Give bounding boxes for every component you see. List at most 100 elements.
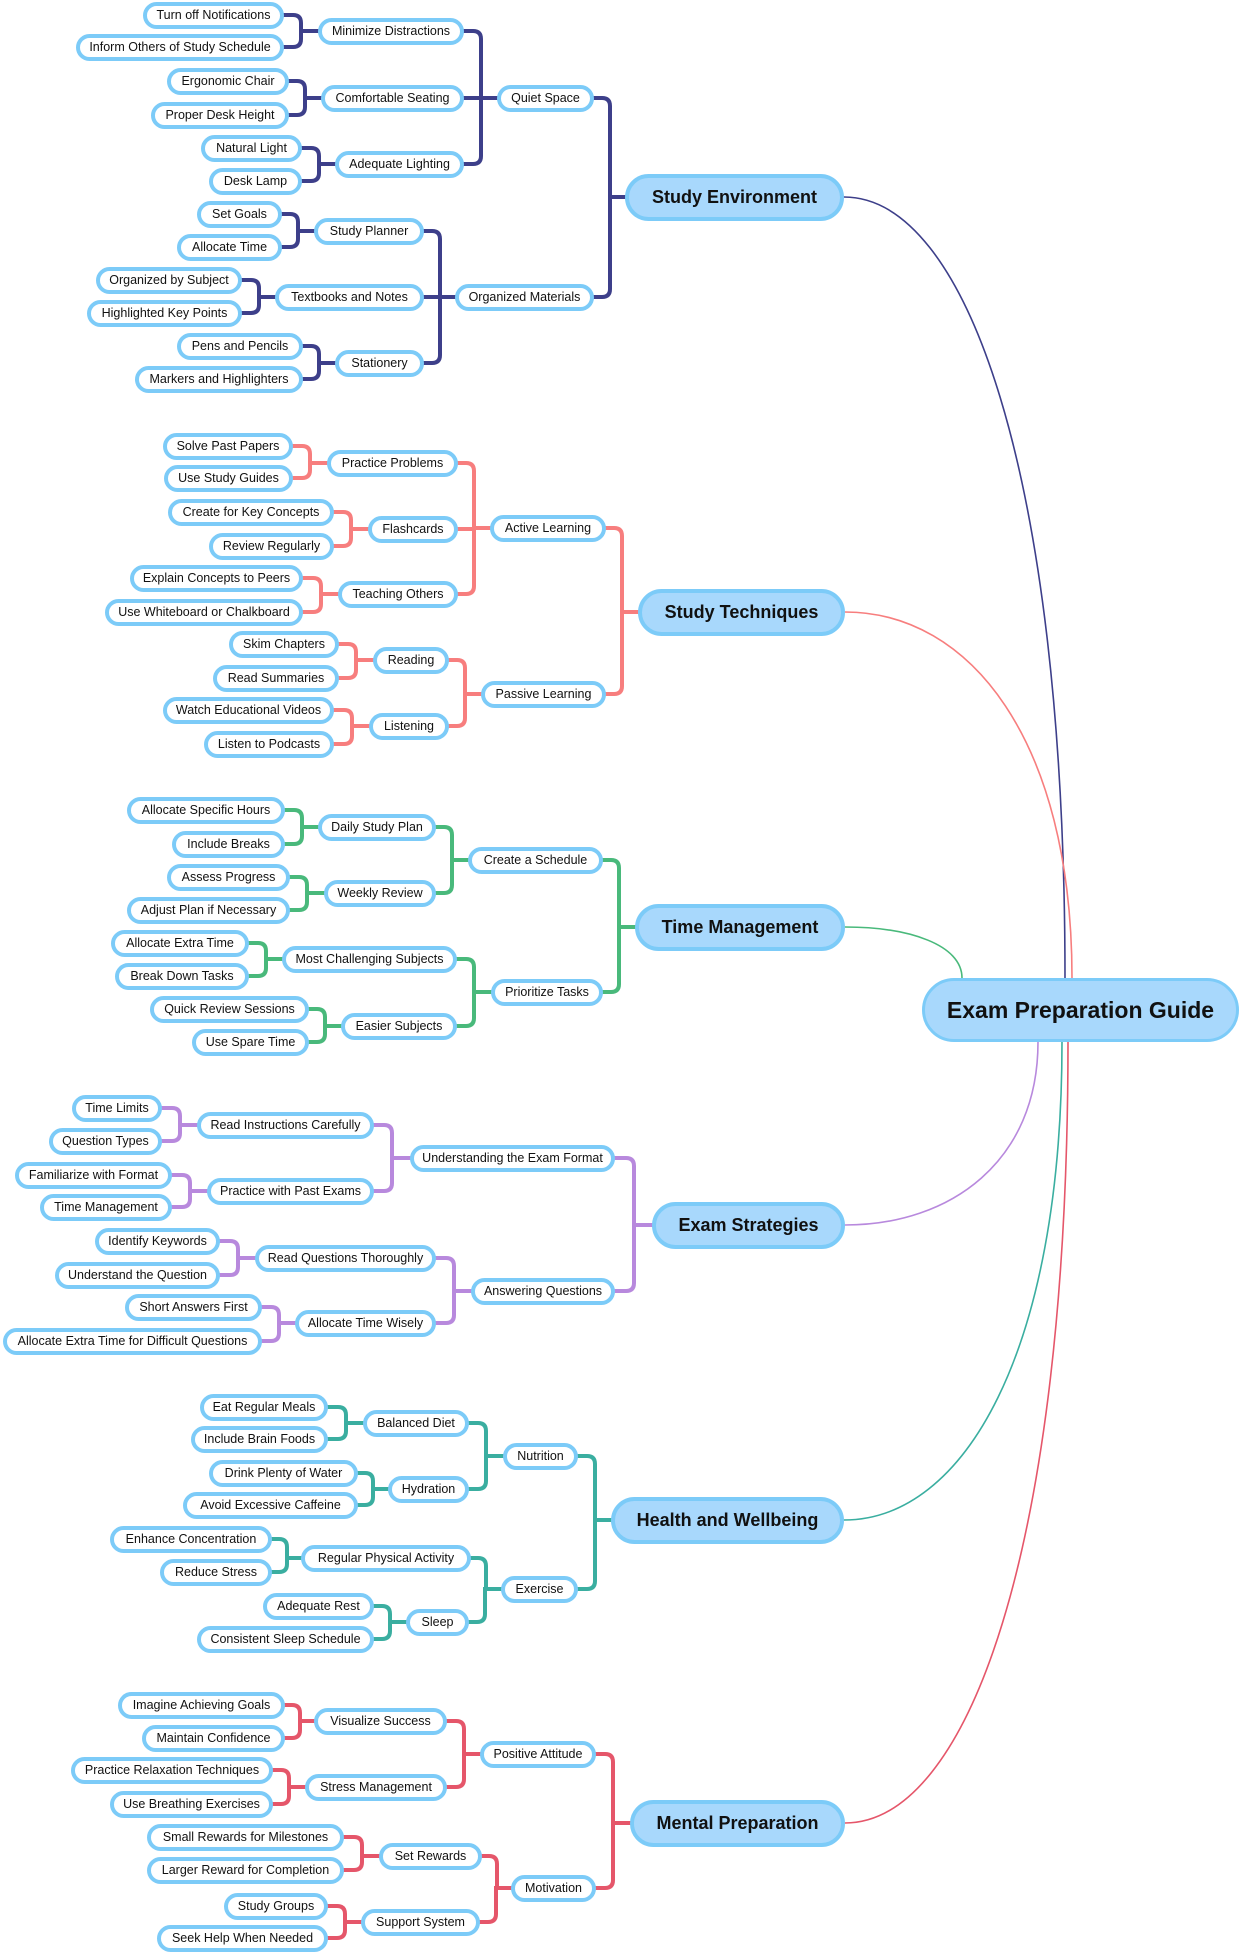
leaf-allocate-time[interactable]: Allocate Time — [177, 233, 282, 261]
leaf-turn-off-notifications[interactable]: Turn off Notifications — [143, 1, 284, 29]
leaf-organized-by-subject[interactable]: Organized by Subject — [96, 266, 242, 294]
subtopic-understanding-the-exam-format[interactable]: Understanding the Exam Format — [410, 1144, 615, 1172]
item-daily-study-plan[interactable]: Daily Study Plan — [318, 813, 436, 841]
leaf-understand-the-question[interactable]: Understand the Question — [55, 1261, 220, 1289]
subtopic-organized-materials[interactable]: Organized Materials — [455, 283, 594, 311]
item-easier-subjects[interactable]: Easier Subjects — [341, 1012, 457, 1040]
item-practice-problems[interactable]: Practice Problems — [327, 449, 458, 477]
item-visualize-success[interactable]: Visualize Success — [314, 1707, 447, 1735]
leaf-avoid-excessive-caffeine[interactable]: Avoid Excessive Caffeine — [183, 1491, 358, 1519]
item-teaching-others[interactable]: Teaching Others — [338, 580, 458, 608]
item-set-rewards[interactable]: Set Rewards — [379, 1842, 482, 1870]
item-hydration[interactable]: Hydration — [388, 1475, 469, 1503]
leaf-break-down-tasks[interactable]: Break Down Tasks — [115, 962, 249, 990]
leaf-explain-concepts-to-peers[interactable]: Explain Concepts to Peers — [130, 564, 303, 592]
leaf-consistent-sleep-schedule[interactable]: Consistent Sleep Schedule — [197, 1625, 374, 1653]
topic-mental-preparation[interactable]: Mental Preparation — [630, 1799, 845, 1847]
item-practice-with-past-exams[interactable]: Practice with Past Exams — [207, 1177, 374, 1205]
leaf-maintain-confidence[interactable]: Maintain Confidence — [142, 1724, 285, 1752]
leaf-enhance-concentration[interactable]: Enhance Concentration — [110, 1525, 272, 1553]
leaf-include-brain-foods[interactable]: Include Brain Foods — [191, 1425, 328, 1453]
leaf-identify-keywords[interactable]: Identify Keywords — [95, 1227, 220, 1255]
item-flashcards[interactable]: Flashcards — [368, 515, 458, 543]
leaf-adjust-plan-if-necessary[interactable]: Adjust Plan if Necessary — [127, 896, 290, 924]
subtopic-passive-learning[interactable]: Passive Learning — [481, 680, 606, 708]
topic-study-environment[interactable]: Study Environment — [625, 173, 844, 221]
topic-exam-strategies[interactable]: Exam Strategies — [652, 1201, 845, 1249]
leaf-use-whiteboard-or-chalkboard[interactable]: Use Whiteboard or Chalkboard — [105, 598, 303, 626]
item-most-challenging-subjects[interactable]: Most Challenging Subjects — [282, 945, 457, 973]
leaf-practice-relaxation-techniques[interactable]: Practice Relaxation Techniques — [71, 1756, 273, 1784]
leaf-use-study-guides[interactable]: Use Study Guides — [164, 464, 293, 492]
root-node[interactable]: Exam Preparation Guide — [922, 978, 1239, 1042]
leaf-drink-plenty-of-water[interactable]: Drink Plenty of Water — [209, 1459, 358, 1487]
item-comfortable-seating[interactable]: Comfortable Seating — [321, 84, 464, 112]
leaf-desk-lamp[interactable]: Desk Lamp — [209, 167, 302, 195]
topic-health-and-wellbeing[interactable]: Health and Wellbeing — [611, 1496, 844, 1544]
item-stationery[interactable]: Stationery — [335, 349, 424, 377]
item-study-planner[interactable]: Study Planner — [314, 217, 424, 245]
subtopic-positive-attitude[interactable]: Positive Attitude — [480, 1740, 596, 1768]
item-listening[interactable]: Listening — [369, 712, 449, 740]
item-minimize-distractions[interactable]: Minimize Distractions — [318, 17, 464, 45]
leaf-markers-and-highlighters[interactable]: Markers and Highlighters — [135, 365, 303, 393]
item-support-system[interactable]: Support System — [361, 1908, 480, 1936]
leaf-include-breaks[interactable]: Include Breaks — [172, 830, 285, 858]
subtopic-quiet-space[interactable]: Quiet Space — [497, 84, 594, 112]
item-weekly-review[interactable]: Weekly Review — [324, 879, 436, 907]
leaf-allocate-extra-time-for-difficult-questions[interactable]: Allocate Extra Time for Difficult Questi… — [3, 1327, 262, 1355]
leaf-use-breathing-exercises[interactable]: Use Breathing Exercises — [110, 1790, 273, 1818]
leaf-solve-past-papers[interactable]: Solve Past Papers — [163, 432, 293, 460]
leaf-short-answers-first[interactable]: Short Answers First — [125, 1293, 262, 1321]
item-adequate-lighting[interactable]: Adequate Lighting — [335, 150, 464, 178]
leaf-listen-to-podcasts[interactable]: Listen to Podcasts — [204, 730, 334, 758]
leaf-quick-review-sessions[interactable]: Quick Review Sessions — [150, 995, 309, 1023]
leaf-larger-reward-for-completion[interactable]: Larger Reward for Completion — [147, 1856, 344, 1884]
subtopic-active-learning[interactable]: Active Learning — [490, 514, 606, 542]
leaf-time-limits[interactable]: Time Limits — [72, 1094, 162, 1122]
item-regular-physical-activity[interactable]: Regular Physical Activity — [301, 1544, 471, 1572]
leaf-reduce-stress[interactable]: Reduce Stress — [160, 1558, 272, 1586]
leaf-study-groups[interactable]: Study Groups — [224, 1892, 328, 1920]
leaf-review-regularly[interactable]: Review Regularly — [209, 532, 334, 560]
subtopic-exercise[interactable]: Exercise — [501, 1575, 578, 1603]
topic-time-management[interactable]: Time Management — [635, 903, 845, 951]
item-stress-management[interactable]: Stress Management — [305, 1773, 447, 1801]
leaf-assess-progress[interactable]: Assess Progress — [167, 863, 290, 891]
leaf-familiarize-with-format[interactable]: Familiarize with Format — [15, 1161, 172, 1189]
leaf-allocate-specific-hours[interactable]: Allocate Specific Hours — [127, 796, 285, 824]
item-read-questions-thoroughly[interactable]: Read Questions Thoroughly — [255, 1244, 436, 1272]
leaf-skim-chapters[interactable]: Skim Chapters — [229, 630, 339, 658]
leaf-proper-desk-height[interactable]: Proper Desk Height — [151, 101, 289, 129]
item-read-instructions-carefully[interactable]: Read Instructions Carefully — [197, 1111, 374, 1139]
leaf-read-summaries[interactable]: Read Summaries — [213, 664, 339, 692]
leaf-set-goals[interactable]: Set Goals — [197, 200, 282, 228]
leaf-time-management[interactable]: Time Management — [40, 1193, 172, 1221]
leaf-ergonomic-chair[interactable]: Ergonomic Chair — [167, 67, 289, 95]
subtopic-nutrition[interactable]: Nutrition — [503, 1442, 578, 1470]
leaf-use-spare-time[interactable]: Use Spare Time — [192, 1028, 309, 1056]
leaf-inform-others-of-study-schedule[interactable]: Inform Others of Study Schedule — [76, 33, 284, 61]
item-allocate-time-wisely[interactable]: Allocate Time Wisely — [295, 1309, 436, 1337]
leaf-highlighted-key-points[interactable]: Highlighted Key Points — [87, 299, 242, 327]
subtopic-motivation[interactable]: Motivation — [511, 1874, 596, 1902]
leaf-create-for-key-concepts[interactable]: Create for Key Concepts — [168, 498, 334, 526]
item-textbooks-and-notes[interactable]: Textbooks and Notes — [275, 283, 424, 311]
subtopic-create-a-schedule[interactable]: Create a Schedule — [468, 846, 603, 874]
leaf-small-rewards-for-milestones[interactable]: Small Rewards for Milestones — [147, 1823, 344, 1851]
item-sleep[interactable]: Sleep — [406, 1608, 469, 1636]
leaf-watch-educational-videos[interactable]: Watch Educational Videos — [163, 696, 334, 724]
subtopic-answering-questions[interactable]: Answering Questions — [471, 1277, 615, 1305]
leaf-pens-and-pencils[interactable]: Pens and Pencils — [177, 332, 303, 360]
leaf-question-types[interactable]: Question Types — [49, 1127, 162, 1155]
subtopic-prioritize-tasks[interactable]: Prioritize Tasks — [491, 978, 603, 1006]
leaf-eat-regular-meals[interactable]: Eat Regular Meals — [200, 1393, 328, 1421]
item-balanced-diet[interactable]: Balanced Diet — [363, 1409, 469, 1437]
leaf-seek-help-when-needed[interactable]: Seek Help When Needed — [157, 1924, 328, 1952]
leaf-imagine-achieving-goals[interactable]: Imagine Achieving Goals — [118, 1691, 285, 1719]
topic-study-techniques[interactable]: Study Techniques — [638, 588, 845, 636]
leaf-allocate-extra-time[interactable]: Allocate Extra Time — [111, 929, 249, 957]
leaf-adequate-rest[interactable]: Adequate Rest — [263, 1592, 374, 1620]
item-reading[interactable]: Reading — [373, 646, 449, 674]
leaf-natural-light[interactable]: Natural Light — [201, 134, 302, 162]
